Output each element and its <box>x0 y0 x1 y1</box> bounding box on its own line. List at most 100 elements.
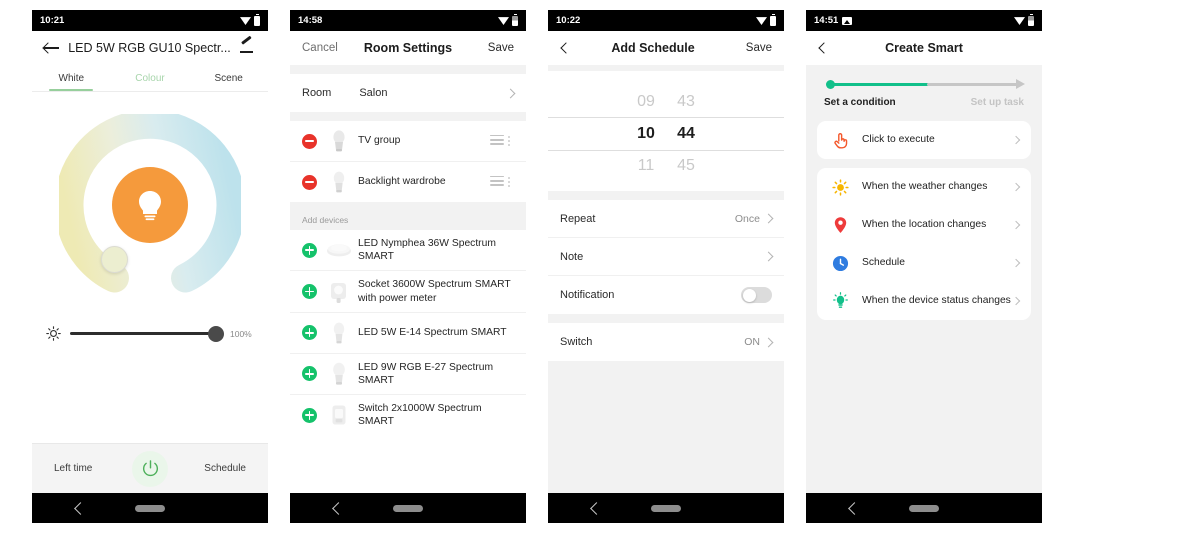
notification-toggle[interactable] <box>741 287 772 303</box>
mode-tabs: White Colour Scene <box>32 65 268 92</box>
nav-home-pill[interactable] <box>909 504 939 512</box>
drag-handle-icon[interactable] <box>490 175 504 189</box>
add-device-button[interactable] <box>302 366 317 382</box>
option-label: When the device status changes <box>862 295 1011 307</box>
nav-home-pill[interactable] <box>651 504 681 512</box>
switch-thumb-icon <box>326 402 352 428</box>
switch-row[interactable]: Switch ON <box>548 323 784 361</box>
nav-home-pill[interactable] <box>393 504 423 512</box>
time-picker-next[interactable]: 11 45 <box>548 151 784 181</box>
add-device-button[interactable] <box>302 284 317 300</box>
edit-pencil-icon[interactable] <box>238 40 256 56</box>
power-button[interactable] <box>132 450 168 487</box>
tab-scene[interactable]: Scene <box>189 65 268 91</box>
phone-create-smart: 14:51 Create Smart Set a condition Set u… <box>806 10 1042 523</box>
add-device-button[interactable] <box>302 242 317 258</box>
save-button[interactable]: Save <box>476 42 514 54</box>
option-location-changes[interactable]: When the location changes <box>817 206 1031 244</box>
add-device-button[interactable] <box>302 325 317 341</box>
list-item[interactable]: LED Nymphea 36W Spectrum SMART <box>290 230 526 272</box>
status-time: 10:21 <box>40 15 65 26</box>
nav-back-icon[interactable] <box>332 501 345 515</box>
drag-handle-icon[interactable] <box>490 134 504 148</box>
list-item[interactable]: LED 9W RGB E-27 Spectrum SMART <box>290 353 526 396</box>
chevron-right-icon <box>763 337 774 347</box>
schedule-scroll: 09 43 10 44 11 45 Repeat Once Note Notif… <box>548 65 784 493</box>
option-click-to-execute[interactable]: Click to execute <box>817 121 1031 159</box>
overflow-menu-icon[interactable] <box>504 136 514 146</box>
time-next-minute: 45 <box>677 157 695 174</box>
power-icon <box>142 460 158 477</box>
time-selected-hour: 10 <box>637 125 655 142</box>
click-to-execute-card[interactable]: Click to execute <box>817 121 1031 159</box>
room-row[interactable]: Room Salon <box>290 74 526 112</box>
color-temperature-handle[interactable] <box>101 246 128 273</box>
nav-back-icon[interactable] <box>74 501 87 515</box>
device-name: LED Nymphea 36W Spectrum SMART <box>358 238 496 263</box>
wifi-icon <box>240 17 251 25</box>
option-label: Click to execute <box>862 134 935 146</box>
nav-back-icon[interactable] <box>848 501 861 515</box>
conditions-card: When the weather changes When the locati… <box>817 168 1031 320</box>
schedule-button[interactable]: Schedule <box>204 463 246 474</box>
bulb-thumb-icon <box>326 361 352 387</box>
schedule-options-card: Repeat Once Note Notification <box>548 200 784 314</box>
add-device-button[interactable] <box>302 407 317 423</box>
arrow-back-icon[interactable] <box>44 41 61 55</box>
brightness-slider-thumb[interactable] <box>208 325 224 342</box>
table-row[interactable]: TV group <box>290 121 526 162</box>
time-picker[interactable]: 09 43 10 44 11 45 <box>548 71 784 191</box>
bulb-power-indicator[interactable] <box>112 167 188 243</box>
table-row[interactable]: Backlight wardrobe <box>290 162 526 202</box>
photo-icon <box>842 16 853 25</box>
remove-device-button[interactable] <box>302 133 317 149</box>
device-name: Backlight wardrobe <box>358 176 446 188</box>
phone-room-settings: 14:58 Cancel Room Settings Save Room Sal… <box>290 10 526 523</box>
list-item[interactable]: LED 5W E-14 Spectrum SMART <box>290 312 526 354</box>
stepper-label-condition: Set a condition <box>824 97 896 108</box>
ceiling-lamp-thumb-icon <box>326 237 352 263</box>
option-weather-changes[interactable]: When the weather changes <box>817 168 1031 206</box>
list-item[interactable]: Switch 2x1000W Spectrum SMART <box>290 395 526 436</box>
option-schedule[interactable]: Schedule <box>817 244 1031 282</box>
stepper-line-active <box>831 83 929 86</box>
note-row[interactable]: Note <box>548 238 784 276</box>
notification-label: Notification <box>560 289 615 301</box>
app-bar: Cancel Room Settings Save <box>290 31 526 65</box>
app-bar: LED 5W RGB GU10 Spectr... <box>32 31 268 65</box>
nav-back-icon[interactable] <box>590 501 603 515</box>
device-name: LED 5W E-14 Spectrum SMART <box>358 327 507 339</box>
status-left: 10:21 <box>40 15 64 26</box>
system-nav-bar <box>32 493 268 523</box>
time-picker-prev[interactable]: 09 43 <box>548 87 784 117</box>
save-button[interactable]: Save <box>734 42 772 54</box>
time-picker-selected[interactable]: 10 44 <box>548 117 784 151</box>
nav-home-pill[interactable] <box>135 504 165 512</box>
stepper-arrow-icon <box>1016 78 1025 89</box>
repeat-row[interactable]: Repeat Once <box>548 200 784 238</box>
stepper-line-inactive <box>927 83 1019 86</box>
stepper-labels: Set a condition Set up task <box>823 97 1025 108</box>
status-bar: 14:51 <box>806 10 1042 31</box>
left-time-button[interactable]: Left time <box>54 463 92 474</box>
status-right <box>1014 13 1034 26</box>
list-bottom-filler <box>290 435 526 493</box>
device-control-body: 100% <box>32 92 268 443</box>
brightness-slider[interactable] <box>70 325 224 342</box>
remove-device-button[interactable] <box>302 174 317 190</box>
color-temperature-wheel[interactable] <box>59 114 241 296</box>
notification-row[interactable]: Notification <box>548 276 784 314</box>
chevron-back-icon[interactable] <box>560 41 572 55</box>
chevron-right-icon <box>1011 296 1021 306</box>
overflow-menu-icon[interactable] <box>504 177 514 187</box>
tab-colour[interactable]: Colour <box>111 65 190 91</box>
list-item[interactable]: Socket 3600W Spectrum SMART with power m… <box>290 271 526 313</box>
room-card: Room Salon <box>290 74 526 112</box>
option-device-status-changes[interactable]: When the device status changes <box>817 282 1031 320</box>
cancel-button[interactable]: Cancel <box>302 42 340 54</box>
chevron-back-icon[interactable] <box>818 41 830 55</box>
page-title: Room Settings <box>363 41 453 55</box>
device-name: Switch 2x1000W Spectrum SMART <box>358 403 482 428</box>
page-title: Create Smart <box>885 41 963 55</box>
tab-white[interactable]: White <box>32 65 111 92</box>
